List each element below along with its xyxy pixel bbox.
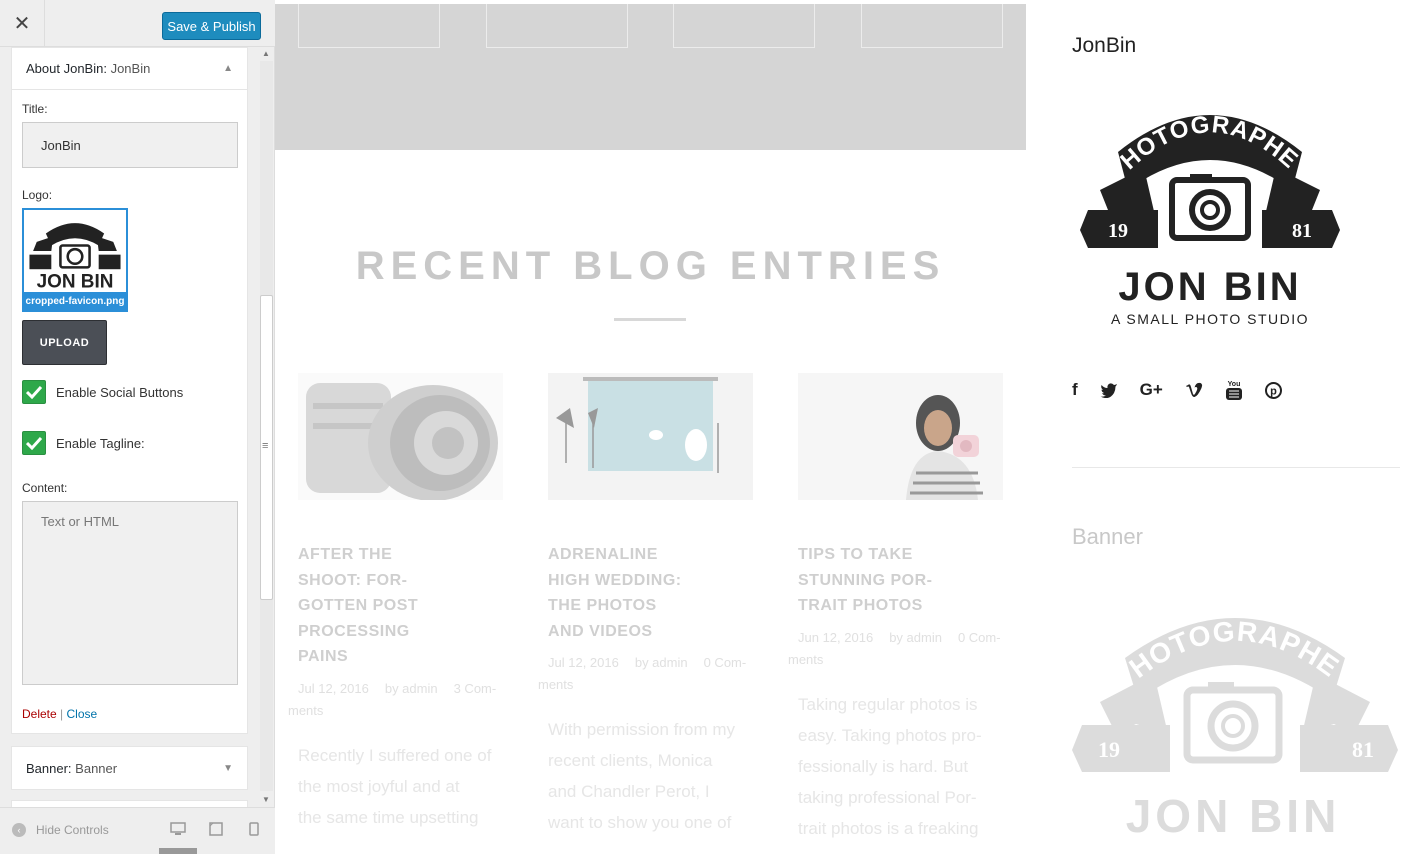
title-input[interactable]: JonBin (22, 122, 238, 168)
title-label: Title: (22, 102, 48, 116)
panel-header: ✕ Save & Publish (0, 0, 275, 47)
svg-text:JON BIN: JON BIN (1118, 265, 1301, 309)
enable-social-checkbox[interactable] (22, 380, 46, 404)
banner-widget-title: Banner (1072, 524, 1143, 549)
desktop-preview-icon[interactable] (170, 822, 186, 841)
banner-logo-image[interactable]: PHOTOGRAPHER 19 81 JON BIN (1070, 600, 1400, 854)
svg-text:81: 81 (1352, 737, 1374, 762)
widget-banner: Banner: Banner ▼ (11, 746, 248, 790)
widget-banner-header[interactable]: Banner: Banner ▼ (12, 747, 247, 789)
gallery-item[interactable] (486, 4, 628, 48)
svg-text:81: 81 (1292, 220, 1312, 242)
post-title[interactable]: AFTER THE SHOOT: FOR- GOTTEN POST PROCES… (298, 542, 528, 670)
logo-thumbnail[interactable]: JON BIN cropped-favicon.png (22, 208, 128, 312)
post-author[interactable]: by admin (889, 630, 942, 645)
collapse-arrow-icon[interactable]: ▲ (223, 63, 233, 74)
logo-filename: cropped-favicon.png (24, 292, 126, 310)
checkmark-icon (26, 385, 42, 399)
widget-banner-title: Banner: Banner (26, 760, 118, 776)
google-plus-icon[interactable]: G+ (1140, 378, 1163, 402)
expand-arrow-icon[interactable]: ▼ (223, 763, 233, 774)
panel-scrollbar[interactable]: ▲ ▼ (258, 47, 275, 807)
resize-grip-icon[interactable]: ≡ (262, 440, 268, 452)
scroll-up-arrow-icon[interactable]: ▲ (262, 49, 270, 58)
post-meta: Jul 12, 2016 by admin 3 Com- ments (288, 680, 497, 718)
gallery-strip (275, 4, 1026, 150)
svg-text:A SMALL PHOTO STUDIO: A SMALL PHOTO STUDIO (1111, 311, 1309, 327)
save-publish-button[interactable]: Save & Publish (162, 12, 261, 40)
svg-text:19: 19 (1108, 220, 1128, 242)
svg-text:JON BIN: JON BIN (37, 271, 114, 292)
widget-about-title: About JonBin: JonBin (26, 61, 151, 76)
tablet-preview-icon[interactable] (209, 822, 223, 841)
title-divider (614, 318, 686, 321)
youtube-icon[interactable]: You (1225, 378, 1243, 402)
gallery-item[interactable] (673, 4, 815, 48)
twitter-icon[interactable] (1100, 378, 1118, 402)
gallery-item[interactable] (298, 4, 440, 48)
collapse-circle-icon: ‹ (12, 823, 26, 837)
enable-social-row: Enable Social Buttons (22, 380, 237, 404)
enable-tagline-label: Enable Tagline: (56, 435, 145, 451)
post-excerpt: Recently I suffered one of the most joyf… (298, 745, 492, 827)
enable-tagline-checkbox[interactable] (22, 431, 46, 455)
photographer-logo: PHOTOGRAPHER 19 81 JON BIN A SMALL PHOTO… (1070, 90, 1340, 327)
hide-controls-button[interactable]: ‹ Hide Controls (12, 823, 109, 837)
vimeo-icon[interactable] (1185, 378, 1203, 402)
blog-post-card: AFTER THE SHOOT: FOR- GOTTEN POST PROCES… (288, 373, 528, 833)
site-preview: RECENT BLOG ENTRIES AFTER THE SHOOT: FOR… (275, 0, 1419, 854)
customizer-panel: ✕ Save & Publish About JonBin: JonBin ▲ … (0, 0, 275, 854)
svg-text:p: p (1270, 385, 1277, 397)
enable-social-label: Enable Social Buttons (56, 384, 184, 400)
post-meta: Jun 12, 2016 by admin 0 Com- ments (788, 629, 1001, 667)
blog-post-card: ADRENALINE HIGH WEDDING: THE PHOTOS AND … (538, 373, 778, 838)
widget-about-body: Title: JonBin Logo: JON BIN cropped-favi… (12, 90, 247, 733)
scroll-down-arrow-icon[interactable]: ▼ (262, 795, 270, 804)
close-icon: ✕ (13, 13, 31, 35)
upload-button[interactable]: UPLOAD (22, 320, 107, 365)
post-title[interactable]: TIPS TO TAKE STUNNING POR- TRAIT PHOTOS (798, 542, 1028, 619)
panel-footer: ‹ Hide Controls (0, 807, 275, 854)
mobile-preview-icon[interactable] (249, 822, 259, 841)
close-link[interactable]: Close (67, 707, 98, 721)
post-author[interactable]: by admin (635, 655, 688, 670)
post-meta: Jul 12, 2016 by admin 0 Com- ments (538, 655, 747, 693)
gallery-item[interactable] (861, 4, 1003, 48)
widget-list: About JonBin: JonBin ▲ Title: JonBin Log… (11, 47, 248, 807)
checkmark-icon (26, 436, 42, 450)
post-thumbnail-portrait[interactable] (798, 373, 1003, 500)
delete-link[interactable]: Delete (22, 707, 57, 721)
svg-text:You: You (1227, 381, 1240, 388)
about-widget-title: JonBin (1072, 34, 1137, 57)
facebook-icon[interactable]: f (1072, 378, 1078, 402)
widget-actions: Delete | Close (22, 707, 98, 721)
blog-post-card: TIPS TO TAKE STUNNING POR- TRAIT PHOTOS … (788, 373, 1028, 844)
post-comments[interactable]: 0 Com- (958, 630, 1001, 645)
content-label: Content: (22, 481, 68, 495)
widget-about: About JonBin: JonBin ▲ Title: JonBin Log… (11, 47, 248, 734)
sidebar-divider (1072, 467, 1400, 468)
svg-text:19: 19 (1098, 737, 1120, 762)
post-thumbnail-lens[interactable] (298, 373, 503, 500)
widget-partial[interactable] (11, 800, 248, 807)
post-comments[interactable]: 3 Com- (454, 681, 497, 696)
post-excerpt: Taking regular photos is easy. Taking ph… (798, 694, 982, 838)
logo-label: Logo: (22, 188, 53, 202)
active-device-indicator (159, 848, 197, 854)
recent-blog-title: RECENT BLOG ENTRIES (355, 244, 946, 288)
svg-text:JON BIN: JON BIN (1126, 790, 1341, 842)
enable-tagline-row: Enable Tagline: (22, 431, 237, 455)
customizer-screen: ✕ Save & Publish About JonBin: JonBin ▲ … (0, 0, 1419, 854)
pinterest-icon[interactable]: p (1264, 378, 1282, 402)
social-icons: f G+ You p (1072, 378, 1304, 402)
post-title[interactable]: ADRENALINE HIGH WEDDING: THE PHOTOS AND … (548, 542, 778, 644)
widget-about-header[interactable]: About JonBin: JonBin ▲ (12, 48, 247, 90)
content-textarea[interactable]: Text or HTML (22, 501, 238, 685)
post-excerpt: With permission from my recent clients, … (548, 720, 736, 833)
post-comments[interactable]: 0 Com- (704, 655, 747, 670)
post-thumbnail-studio[interactable] (548, 373, 753, 500)
logo-thumb-image: JON BIN (29, 223, 121, 292)
close-customizer-button[interactable]: ✕ (0, 0, 45, 47)
post-author[interactable]: by admin (385, 681, 438, 696)
